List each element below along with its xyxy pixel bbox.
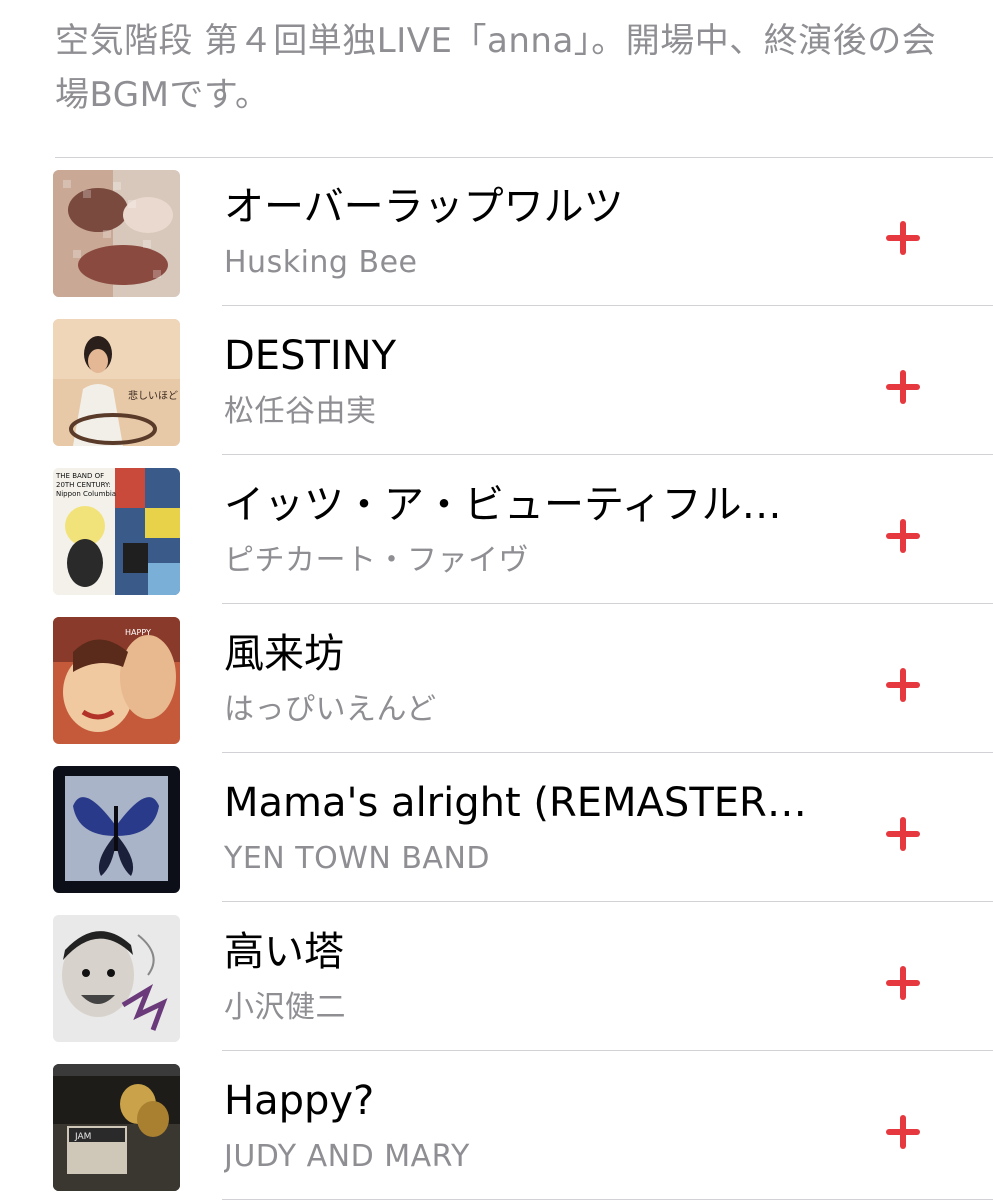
track-row-3[interactable]: THE BAND OF 20TH CENTURY: Nippon Columbi… <box>0 455 993 604</box>
album-artwork <box>53 915 180 1042</box>
track-row-7[interactable]: JAM Happy? JUDY AND MARY <box>0 1051 993 1200</box>
track-row-4[interactable]: HAPPY 風来坊 はっぴいえんど <box>0 604 993 753</box>
track-artist: Husking Bee <box>224 245 418 280</box>
add-button[interactable] <box>878 213 928 263</box>
album-artwork: HAPPY <box>53 617 180 744</box>
track-title: DESTINY <box>224 333 397 379</box>
track-row-5[interactable]: Mama's alright (REMASTER… YEN TOWN BAND <box>0 753 993 902</box>
track-title: 高い塔 <box>224 929 344 975</box>
track-artist: ピチカート・ファイヴ <box>224 543 529 578</box>
album-artwork: JAM <box>53 1064 180 1191</box>
add-button[interactable] <box>878 958 928 1008</box>
svg-text:20TH CENTURY:: 20TH CENTURY: <box>56 481 111 489</box>
svg-text:THE BAND OF: THE BAND OF <box>55 472 104 480</box>
album-artwork: 悲しいほど <box>53 319 180 446</box>
add-button[interactable] <box>878 511 928 561</box>
album-artwork <box>53 766 180 893</box>
playlist-description: 空気階段 第４回単独LIVE「anna」。開場中、終演後の会場BGMです。 <box>55 21 937 115</box>
svg-text:HAPPY: HAPPY <box>125 628 151 637</box>
track-artist: 松任谷由実 <box>224 394 377 429</box>
add-button[interactable] <box>878 1107 928 1157</box>
track-artist: はっぴいえんど <box>224 692 437 727</box>
track-row-6[interactable]: 高い塔 小沢健二 <box>0 902 993 1051</box>
track-row-2[interactable]: 悲しいほど DESTINY 松任谷由実 <box>0 306 993 455</box>
track-title: Mama's alright (REMASTER… <box>224 780 807 826</box>
add-button[interactable] <box>878 362 928 412</box>
track-artist: YEN TOWN BAND <box>224 841 490 876</box>
add-button[interactable] <box>878 809 928 859</box>
track-title: オーバーラップワルツ <box>224 184 624 230</box>
album-artwork <box>53 170 180 297</box>
track-title: 風来坊 <box>224 631 344 677</box>
svg-text:Nippon Columbia: Nippon Columbia <box>56 490 116 498</box>
track-row-1[interactable]: オーバーラップワルツ Husking Bee <box>0 157 993 306</box>
album-artwork: THE BAND OF 20TH CENTURY: Nippon Columbi… <box>53 468 180 595</box>
svg-text:悲しいほど: 悲しいほど <box>128 389 178 402</box>
track-artist: JUDY AND MARY <box>224 1139 470 1174</box>
add-button[interactable] <box>878 660 928 710</box>
track-title: Happy? <box>224 1078 375 1124</box>
track-artist: 小沢健二 <box>224 990 346 1025</box>
svg-text:JAM: JAM <box>74 1132 91 1142</box>
track-title: イッツ・ア・ビューティフル… <box>224 482 782 528</box>
